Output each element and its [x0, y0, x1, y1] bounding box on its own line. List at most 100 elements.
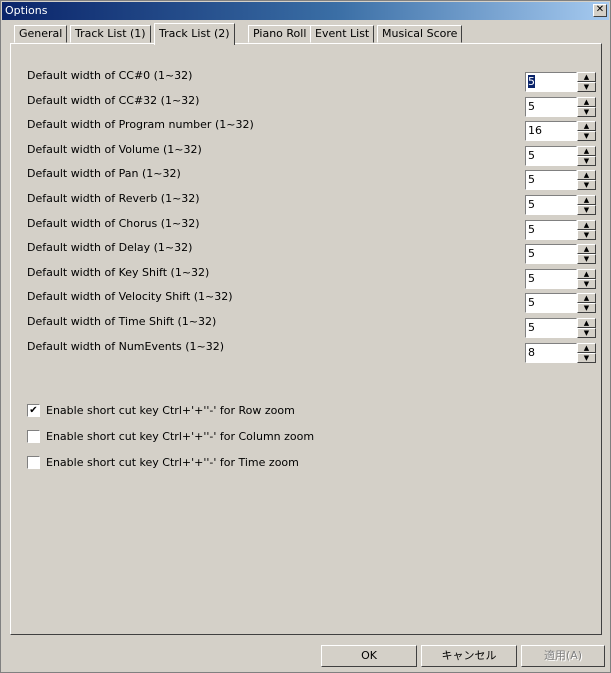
field-label: Default width of Velocity Shift (1~32) [27, 290, 233, 303]
spin-buttons: ▲ ▼ [577, 244, 596, 264]
spin-control[interactable]: 5 ▲ ▼ [525, 72, 597, 92]
spin-value: 5 [528, 75, 535, 88]
spin-up-icon[interactable]: ▲ [577, 293, 596, 303]
options-dialog: Options ✕ General Track List (1) Track L… [0, 0, 611, 673]
cancel-button[interactable]: キャンセル [421, 645, 517, 667]
spin-up-icon[interactable]: ▲ [577, 220, 596, 230]
spin-buttons: ▲ ▼ [577, 269, 596, 289]
spin-up-icon[interactable]: ▲ [577, 195, 596, 205]
spin-input[interactable]: 5 [525, 318, 577, 338]
spin-down-icon[interactable]: ▼ [577, 156, 596, 166]
spin-buttons: ▲ ▼ [577, 146, 596, 166]
checkbox-column-zoom-box[interactable] [27, 430, 40, 443]
spin-input[interactable]: 5 [525, 293, 577, 313]
spin-up-icon[interactable]: ▲ [577, 146, 596, 156]
tab-general[interactable]: General [14, 25, 68, 43]
spin-buttons: ▲ ▼ [577, 72, 596, 92]
spin-input[interactable]: 5 [525, 269, 577, 289]
spin-buttons: ▲ ▼ [577, 220, 596, 240]
spin-control[interactable]: 5 ▲ ▼ [525, 220, 597, 240]
field-label: Default width of Time Shift (1~32) [27, 315, 217, 328]
field-label: Default width of Reverb (1~32) [27, 192, 200, 205]
spin-buttons: ▲ ▼ [577, 318, 596, 338]
spin-control[interactable]: 5 ▲ ▼ [525, 146, 597, 166]
spin-input[interactable]: 5 [525, 72, 577, 92]
spin-control[interactable]: 5 ▲ ▼ [525, 195, 597, 215]
field-label: Default width of Key Shift (1~32) [27, 266, 210, 279]
spin-input[interactable]: 5 [525, 97, 577, 117]
spin-up-icon[interactable]: ▲ [577, 269, 596, 279]
spin-buttons: ▲ ▼ [577, 343, 596, 363]
spin-value: 5 [528, 100, 535, 113]
spin-value: 16 [528, 124, 542, 137]
spin-down-icon[interactable]: ▼ [577, 82, 596, 92]
checkbox-row-zoom-box[interactable]: ✔ [27, 404, 40, 417]
close-icon[interactable]: ✕ [593, 4, 607, 17]
title-bar[interactable]: Options ✕ [2, 2, 609, 20]
spin-buttons: ▲ ▼ [577, 170, 596, 190]
ok-button[interactable]: OK [321, 645, 417, 667]
spin-control[interactable]: 5 ▲ ▼ [525, 244, 597, 264]
spin-control[interactable]: 8 ▲ ▼ [525, 343, 597, 363]
spin-input[interactable]: 5 [525, 220, 577, 240]
spin-input[interactable]: 5 [525, 195, 577, 215]
spin-down-icon[interactable]: ▼ [577, 107, 596, 117]
spin-up-icon[interactable]: ▲ [577, 244, 596, 254]
spin-control[interactable]: 16 ▲ ▼ [525, 121, 597, 141]
spin-down-icon[interactable]: ▼ [577, 131, 596, 141]
spin-down-icon[interactable]: ▼ [577, 328, 596, 338]
spin-control[interactable]: 5 ▲ ▼ [525, 97, 597, 117]
spin-input[interactable]: 8 [525, 343, 577, 363]
spin-input[interactable]: 5 [525, 244, 577, 264]
tab-track-list-1[interactable]: Track List (1) [70, 25, 151, 43]
spin-up-icon[interactable]: ▲ [577, 121, 596, 131]
field-label: Default width of CC#32 (1~32) [27, 94, 200, 107]
spin-up-icon[interactable]: ▲ [577, 343, 596, 353]
tab-strip: General Track List (1) Track List (2) Pi… [14, 23, 604, 45]
spin-control[interactable]: 5 ▲ ▼ [525, 318, 597, 338]
spin-up-icon[interactable]: ▲ [577, 72, 596, 82]
spin-up-icon[interactable]: ▲ [577, 97, 596, 107]
spin-control[interactable]: 5 ▲ ▼ [525, 293, 597, 313]
spin-value: 5 [528, 247, 535, 260]
spin-value: 5 [528, 296, 535, 309]
field-label: Default width of Delay (1~32) [27, 241, 193, 254]
spin-up-icon[interactable]: ▲ [577, 318, 596, 328]
spin-down-icon[interactable]: ▼ [577, 230, 596, 240]
field-label: Default width of Volume (1~32) [27, 143, 202, 156]
tab-piano-roll[interactable]: Piano Roll [248, 25, 312, 43]
spin-input[interactable]: 5 [525, 170, 577, 190]
tab-event-list[interactable]: Event List [310, 25, 375, 43]
field-label: Default width of NumEvents (1~32) [27, 340, 225, 353]
spin-down-icon[interactable]: ▼ [577, 353, 596, 363]
spin-control[interactable]: 5 ▲ ▼ [525, 170, 597, 190]
window-title: Options [5, 4, 48, 17]
checkbox-time-zoom-box[interactable] [27, 456, 40, 469]
spin-control[interactable]: 5 ▲ ▼ [525, 269, 597, 289]
spin-input[interactable]: 16 [525, 121, 577, 141]
spin-value: 5 [528, 223, 535, 236]
spin-buttons: ▲ ▼ [577, 121, 596, 141]
spin-up-icon[interactable]: ▲ [577, 170, 596, 180]
apply-button[interactable]: 適用(A) [521, 645, 605, 667]
tab-musical-score[interactable]: Musical Score [377, 25, 463, 43]
spin-down-icon[interactable]: ▼ [577, 254, 596, 264]
checkbox-row-zoom-label: Enable short cut key Ctrl+'+''-' for Row… [46, 404, 295, 417]
spin-buttons: ▲ ▼ [577, 293, 596, 313]
tab-track-list-2[interactable]: Track List (2) [154, 23, 235, 45]
spin-value: 5 [528, 321, 535, 334]
spin-input[interactable]: 5 [525, 146, 577, 166]
checkbox-time-zoom-label: Enable short cut key Ctrl+'+''-' for Tim… [46, 456, 299, 469]
spin-value: 5 [528, 149, 535, 162]
spin-down-icon[interactable]: ▼ [577, 303, 596, 313]
spin-down-icon[interactable]: ▼ [577, 180, 596, 190]
spin-buttons: ▲ ▼ [577, 97, 596, 117]
spin-value: 8 [528, 346, 535, 359]
spin-down-icon[interactable]: ▼ [577, 205, 596, 215]
field-label: Default width of Program number (1~32) [27, 118, 254, 131]
spin-down-icon[interactable]: ▼ [577, 279, 596, 289]
tab-panel [10, 43, 602, 635]
spin-buttons: ▲ ▼ [577, 195, 596, 215]
field-label: Default width of Chorus (1~32) [27, 217, 200, 230]
checkbox-column-zoom-label: Enable short cut key Ctrl+'+''-' for Col… [46, 430, 315, 443]
